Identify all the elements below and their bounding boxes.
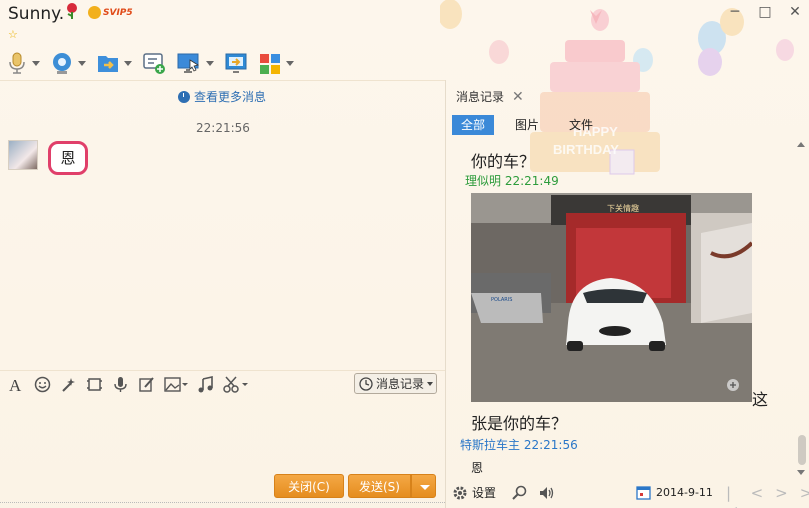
svip-badge[interactable]: SVIP5: [88, 6, 133, 19]
qq-penguin-icon: [88, 6, 101, 19]
remote-assist-button[interactable]: [176, 50, 214, 76]
maximize-icon[interactable]: □: [757, 4, 773, 20]
date-picker[interactable]: 2014-9-11: [636, 485, 713, 500]
view-more-messages-label: 查看更多消息: [194, 90, 267, 104]
filter-tab-files[interactable]: 文件: [560, 115, 602, 135]
video-call-button[interactable]: [50, 50, 86, 76]
screen-share-icon: [225, 53, 247, 73]
sender-name: 理似明: [465, 174, 502, 188]
apps-icon: [260, 54, 280, 74]
video-camera-icon: [53, 53, 71, 74]
divider: [0, 502, 445, 508]
gear-icon: [453, 486, 467, 499]
chevron-down-icon[interactable]: [78, 60, 86, 66]
microphone-icon: [9, 52, 25, 74]
voice-call-button[interactable]: [6, 50, 40, 76]
contact-name: Sunny.: [8, 4, 65, 24]
car-photo-image: 下关情趣 POLARIS: [471, 193, 752, 402]
minimize-icon[interactable]: ─: [727, 4, 743, 20]
history-message-text: 恩: [471, 461, 484, 475]
next-page-icon[interactable]: >: [775, 484, 788, 508]
photo-sign-text: 下关情趣: [607, 203, 639, 213]
close-button[interactable]: 关闭(C): [274, 474, 344, 498]
message-timestamp: 22:21:56: [196, 121, 250, 135]
svip-label: SVIP5: [103, 8, 133, 18]
voice-icon[interactable]: [112, 376, 129, 393]
chevron-down-icon[interactable]: [206, 60, 214, 66]
history-filter-tabs: 全部 图片 文件: [452, 115, 602, 135]
date-label: 2014-9-11: [656, 486, 713, 499]
create-discussion-button[interactable]: [142, 50, 166, 76]
title-bar: Sunny. SVIP5 ☆ ─ □ ✕: [0, 0, 809, 80]
calendar-icon: [636, 486, 651, 500]
chat-window: HAPPY BIRTHDAY Sunny. SVIP5 ☆ ─ □ ✕ 查看更多…: [0, 0, 809, 508]
message-history-button[interactable]: 消息记录: [354, 373, 437, 394]
scrollbar-thumb[interactable]: [798, 435, 806, 465]
message-history-label: 消息记录: [376, 377, 425, 391]
settings-label: 设置: [472, 486, 497, 500]
message-input[interactable]: [0, 398, 445, 470]
close-icon[interactable]: ✕: [787, 4, 803, 20]
tab-label: 消息记录: [456, 90, 505, 104]
speaker-icon[interactable]: [538, 485, 556, 501]
shared-car-photo[interactable]: 下关情趣 POLARIS: [471, 193, 752, 402]
magic-icon[interactable]: [60, 376, 77, 393]
share-screen-button[interactable]: [224, 50, 248, 76]
chevron-down-icon[interactable]: [32, 60, 40, 66]
svg-text:POLARIS: POLARIS: [491, 297, 512, 303]
filter-tab-all[interactable]: 全部: [452, 115, 495, 135]
clock-icon: [178, 90, 190, 103]
send-options-dropdown[interactable]: [411, 474, 436, 498]
clock-icon: [359, 376, 373, 391]
music-icon[interactable]: [197, 376, 214, 393]
history-sender: 特斯拉车主 22:21:56: [460, 436, 578, 453]
screenshot-frame-icon[interactable]: [86, 376, 103, 393]
settings-button[interactable]: 设置: [452, 484, 556, 501]
sender-time: 22:21:49: [504, 174, 559, 188]
main-toolbar: [6, 50, 294, 76]
avatar[interactable]: [8, 140, 38, 170]
message-bubble: 恩: [48, 141, 88, 175]
scissors-icon[interactable]: [223, 376, 249, 393]
history-panel: 消息记录 ✕ 全部 图片 文件 你的车？ 理似明 22:21:49 下关情趣 P…: [445, 80, 809, 508]
window-controls: ─ □ ✕: [727, 4, 803, 20]
svg-text:A: A: [9, 376, 22, 393]
history-pagination: |< < > >|: [726, 484, 809, 508]
search-icon[interactable]: [512, 485, 528, 501]
remote-desktop-icon: [177, 53, 200, 73]
chevron-down-icon[interactable]: [124, 60, 132, 66]
rose-icon: [67, 3, 77, 19]
view-more-messages-link[interactable]: 查看更多消息: [178, 88, 266, 105]
edit-icon[interactable]: [138, 376, 155, 393]
history-message-text: 张是你的车？: [471, 414, 568, 433]
tab-message-history[interactable]: 消息记录 ✕: [456, 88, 524, 105]
chat-message-area: 查看更多消息 22:21:56 恩: [0, 80, 445, 370]
star-icon[interactable]: ☆: [8, 28, 18, 41]
chevron-down-icon[interactable]: [286, 60, 294, 66]
image-icon[interactable]: [164, 376, 188, 393]
sender-name: 特斯拉车主: [460, 438, 521, 452]
sender-time: 22:21:56: [523, 438, 578, 452]
add-message-icon: [143, 53, 165, 74]
filter-tab-images[interactable]: 图片: [506, 115, 548, 135]
send-file-button[interactable]: [96, 50, 132, 76]
history-sender: 理似明 22:21:49: [465, 172, 559, 189]
history-message-text: 你的车？: [471, 152, 536, 171]
chevron-down-icon: [427, 381, 434, 386]
send-button[interactable]: 发送(S): [348, 474, 411, 498]
last-page-icon[interactable]: >|: [800, 484, 809, 508]
scroll-up-arrow[interactable]: [797, 142, 805, 147]
scroll-down-arrow[interactable]: [797, 470, 805, 475]
first-page-icon[interactable]: |<: [726, 484, 739, 508]
font-icon[interactable]: A: [8, 376, 25, 393]
history-message-suffix: 这: [752, 390, 769, 409]
close-icon[interactable]: ✕: [512, 89, 524, 105]
previous-page-icon[interactable]: <: [751, 484, 764, 508]
file-transfer-icon: [98, 56, 118, 72]
emoji-icon[interactable]: [34, 376, 51, 393]
apps-button[interactable]: [258, 50, 294, 76]
